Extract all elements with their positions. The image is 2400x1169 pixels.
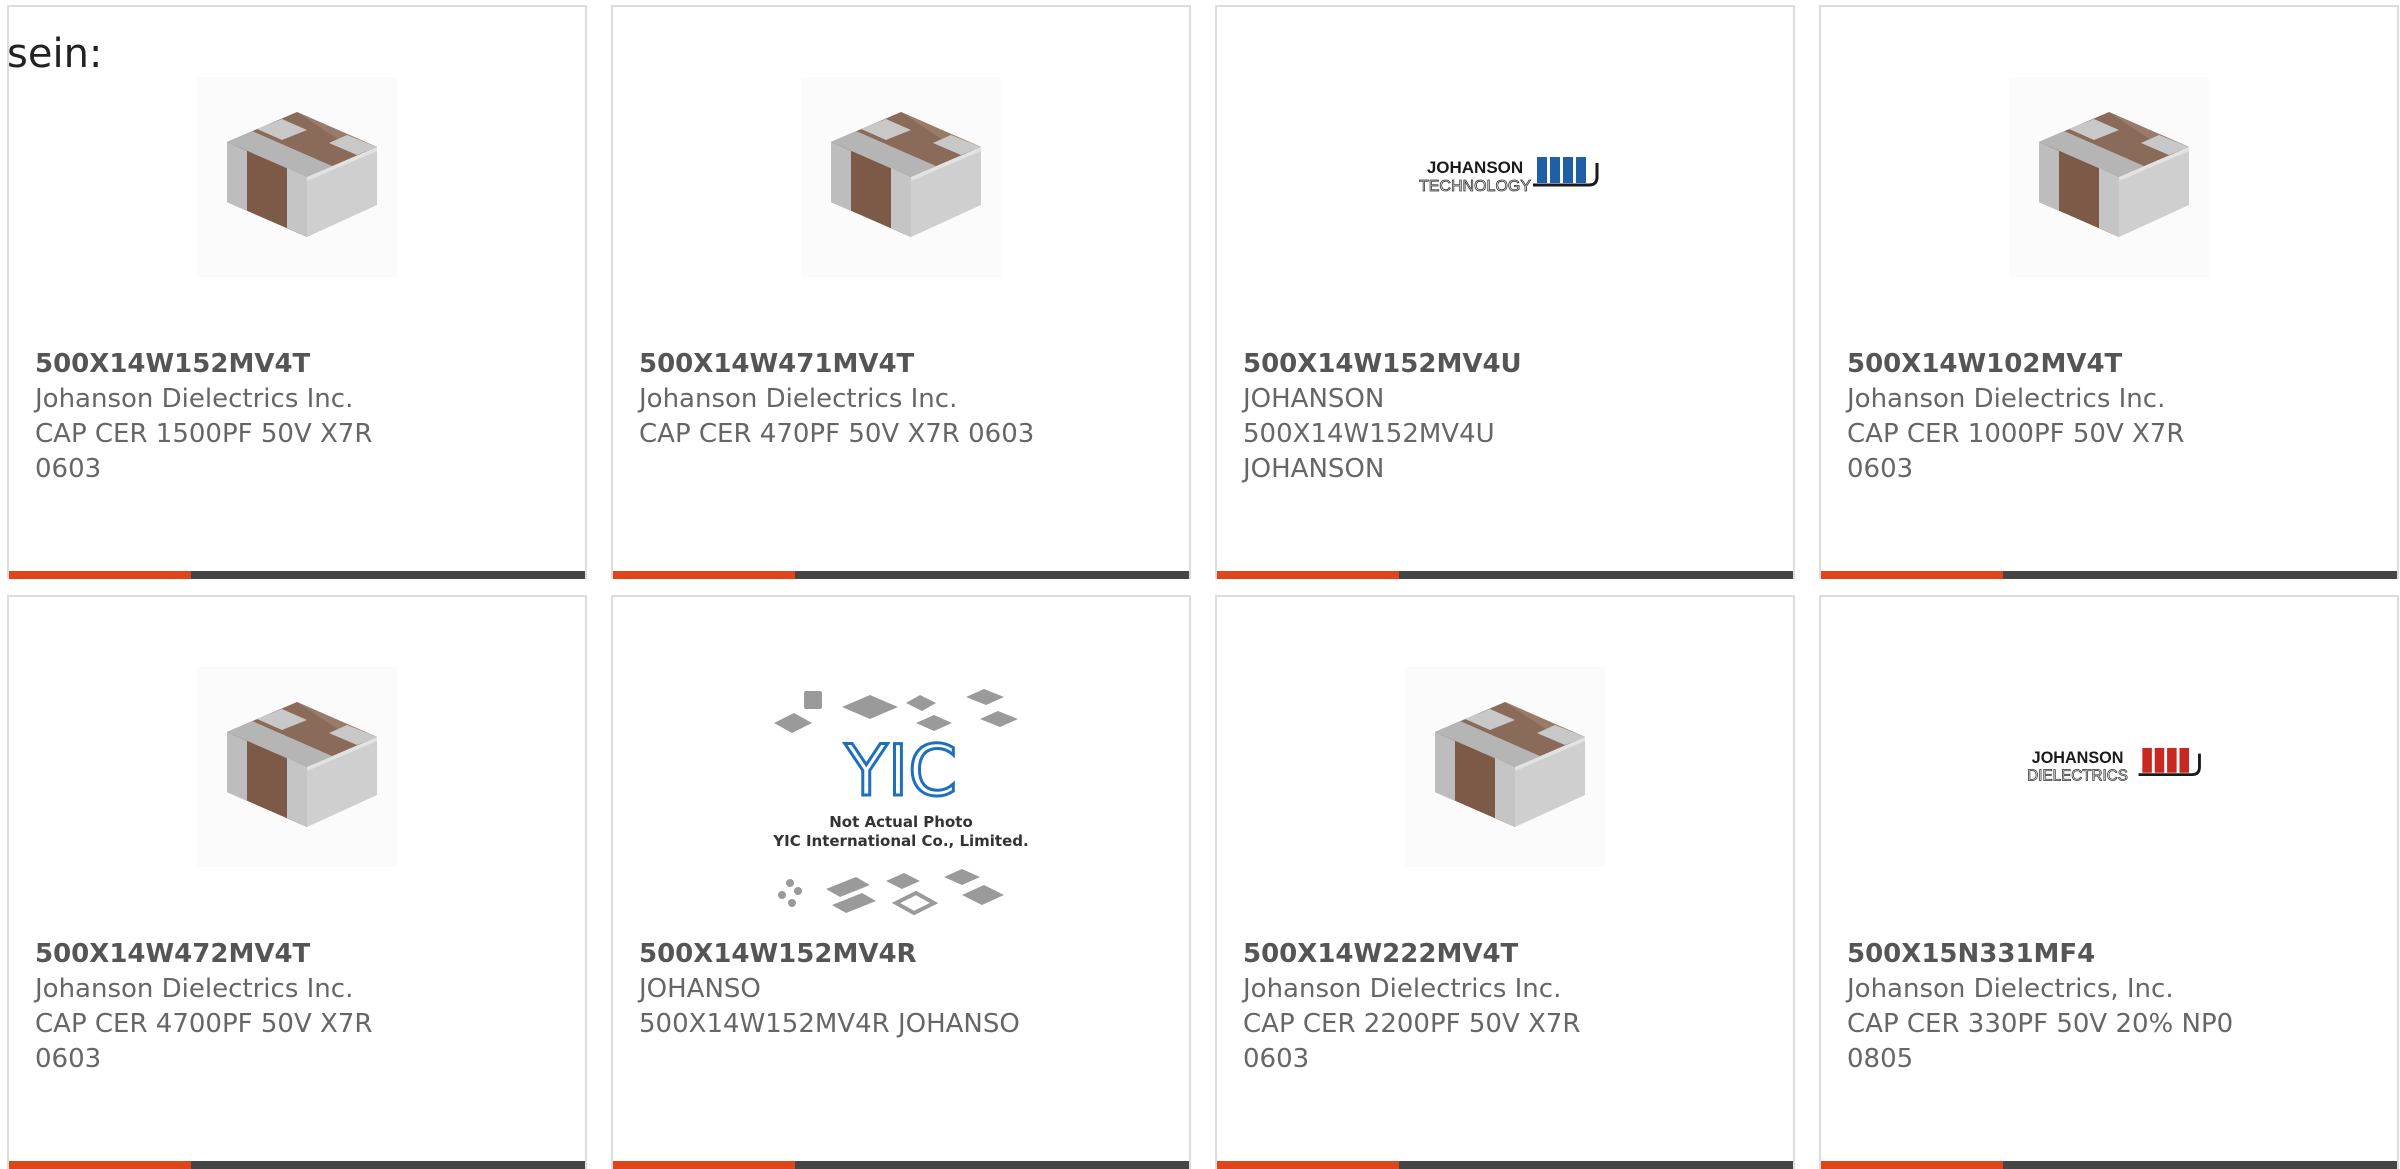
card-bottom-bar bbox=[1821, 571, 2397, 579]
card-accent-bar bbox=[613, 1161, 795, 1169]
card-accent-bar bbox=[1217, 571, 1399, 579]
logo-line2: DIELECTRICS bbox=[2027, 767, 2128, 784]
card-bottom-bar bbox=[1217, 1161, 1793, 1169]
product-image[interactable] bbox=[197, 77, 397, 277]
product-description: CAP CER 1500PF 50V X7R 0603 bbox=[35, 419, 373, 484]
card-bottom-bar bbox=[1217, 571, 1793, 579]
part-number-link[interactable]: 500X14W102MV4T bbox=[1847, 347, 2371, 382]
card-accent-bar bbox=[1821, 571, 2003, 579]
product-image[interactable]: JOHANSON DIELECTRICS bbox=[2009, 667, 2209, 867]
placeholder-line2: YIC International Co., Limited. bbox=[772, 832, 1028, 850]
card-bottom-bar bbox=[1821, 1161, 2397, 1169]
part-number-link[interactable]: 500X14W152MV4U bbox=[1243, 347, 1767, 382]
johanson-technology-logo: JOHANSON TECHNOLOGY bbox=[1419, 157, 1599, 195]
product-description: 500X14W152MV4U JOHANSON bbox=[1243, 419, 1495, 484]
product-image[interactable]: YIC Not Actual Photo YIC International C… bbox=[756, 685, 1046, 925]
manufacturer-name: Johanson Dielectrics Inc. bbox=[1243, 974, 1562, 1004]
chip-capacitor-icon bbox=[227, 702, 377, 827]
product-card[interactable]: 500X14W222MV4T Johanson Dielectrics Inc.… bbox=[1215, 595, 1795, 1169]
logo-line2: TECHNOLOGY bbox=[1419, 178, 1531, 195]
lead-text: sein: bbox=[7, 31, 103, 77]
product-card[interactable]: 500X14W152MV4T Johanson Dielectrics Inc.… bbox=[7, 5, 587, 579]
product-image[interactable] bbox=[197, 667, 397, 867]
manufacturer-name: JOHANSON bbox=[1243, 384, 1385, 414]
logo-line1: JOHANSON bbox=[1427, 158, 1523, 177]
part-number-link[interactable]: 500X14W471MV4T bbox=[639, 347, 1163, 382]
product-image[interactable]: JOHANSON TECHNOLOGY bbox=[1405, 77, 1605, 277]
product-card[interactable]: JOHANSON DIELECTRICS 500X15N331MF4 Johan… bbox=[1819, 595, 2399, 1169]
logo-line1: JOHANSON bbox=[2032, 749, 2124, 767]
product-description: CAP CER 470PF 50V X7R 0603 bbox=[639, 419, 1035, 449]
chip-capacitor-icon bbox=[1435, 702, 1585, 827]
chip-capacitor-icon bbox=[227, 112, 377, 237]
product-image[interactable] bbox=[1405, 667, 1605, 867]
card-accent-bar bbox=[613, 571, 795, 579]
product-image[interactable] bbox=[801, 77, 1001, 277]
manufacturer-name: JOHANSO bbox=[639, 974, 761, 1004]
card-accent-bar bbox=[9, 571, 191, 579]
placeholder-logo: YIC bbox=[844, 730, 957, 812]
card-accent-bar bbox=[1217, 1161, 1399, 1169]
johanson-dielectrics-logo: JOHANSON DIELECTRICS bbox=[2027, 747, 2201, 785]
chip-capacitor-icon bbox=[2039, 112, 2189, 237]
manufacturer-name: Johanson Dielectrics Inc. bbox=[1847, 384, 2166, 414]
manufacturer-name: Johanson Dielectrics Inc. bbox=[639, 384, 958, 414]
manufacturer-name: Johanson Dielectrics Inc. bbox=[35, 384, 354, 414]
card-accent-bar bbox=[1821, 1161, 2003, 1169]
product-grid: 500X14W152MV4T Johanson Dielectrics Inc.… bbox=[7, 5, 2399, 1169]
product-description: CAP CER 4700PF 50V X7R 0603 bbox=[35, 1009, 373, 1074]
part-number-link[interactable]: 500X15N331MF4 bbox=[1847, 937, 2371, 972]
product-description: CAP CER 2200PF 50V X7R 0603 bbox=[1243, 1009, 1581, 1074]
card-bottom-bar bbox=[613, 571, 1189, 579]
product-description: CAP CER 330PF 50V 20% NP0 0805 bbox=[1847, 1009, 2234, 1074]
manufacturer-name: Johanson Dielectrics, Inc. bbox=[1847, 974, 2174, 1004]
card-bottom-bar bbox=[9, 1161, 585, 1169]
chip-capacitor-icon bbox=[831, 112, 981, 237]
product-card[interactable]: JOHANSON TECHNOLOGY 500X14W152MV4U JOHAN… bbox=[1215, 5, 1795, 579]
card-accent-bar bbox=[9, 1161, 191, 1169]
placeholder-line1: Not Actual Photo bbox=[829, 813, 973, 831]
part-number-link[interactable]: 500X14W222MV4T bbox=[1243, 937, 1767, 972]
product-description: 500X14W152MV4R JOHANSO bbox=[639, 1009, 1020, 1039]
product-card[interactable]: YIC Not Actual Photo YIC International C… bbox=[611, 595, 1191, 1169]
part-number-link[interactable]: 500X14W472MV4T bbox=[35, 937, 559, 972]
part-number-link[interactable]: 500X14W152MV4T bbox=[35, 347, 559, 382]
card-bottom-bar bbox=[613, 1161, 1189, 1169]
product-card[interactable]: 500X14W472MV4T Johanson Dielectrics Inc.… bbox=[7, 595, 587, 1169]
product-card[interactable]: 500X14W102MV4T Johanson Dielectrics Inc.… bbox=[1819, 5, 2399, 579]
product-image[interactable] bbox=[2009, 77, 2209, 277]
product-card[interactable]: 500X14W471MV4T Johanson Dielectrics Inc.… bbox=[611, 5, 1191, 579]
manufacturer-name: Johanson Dielectrics Inc. bbox=[35, 974, 354, 1004]
product-description: CAP CER 1000PF 50V X7R 0603 bbox=[1847, 419, 2185, 484]
card-bottom-bar bbox=[9, 571, 585, 579]
part-number-link[interactable]: 500X14W152MV4R bbox=[639, 937, 1163, 972]
yic-placeholder-image: YIC Not Actual Photo YIC International C… bbox=[772, 689, 1029, 916]
